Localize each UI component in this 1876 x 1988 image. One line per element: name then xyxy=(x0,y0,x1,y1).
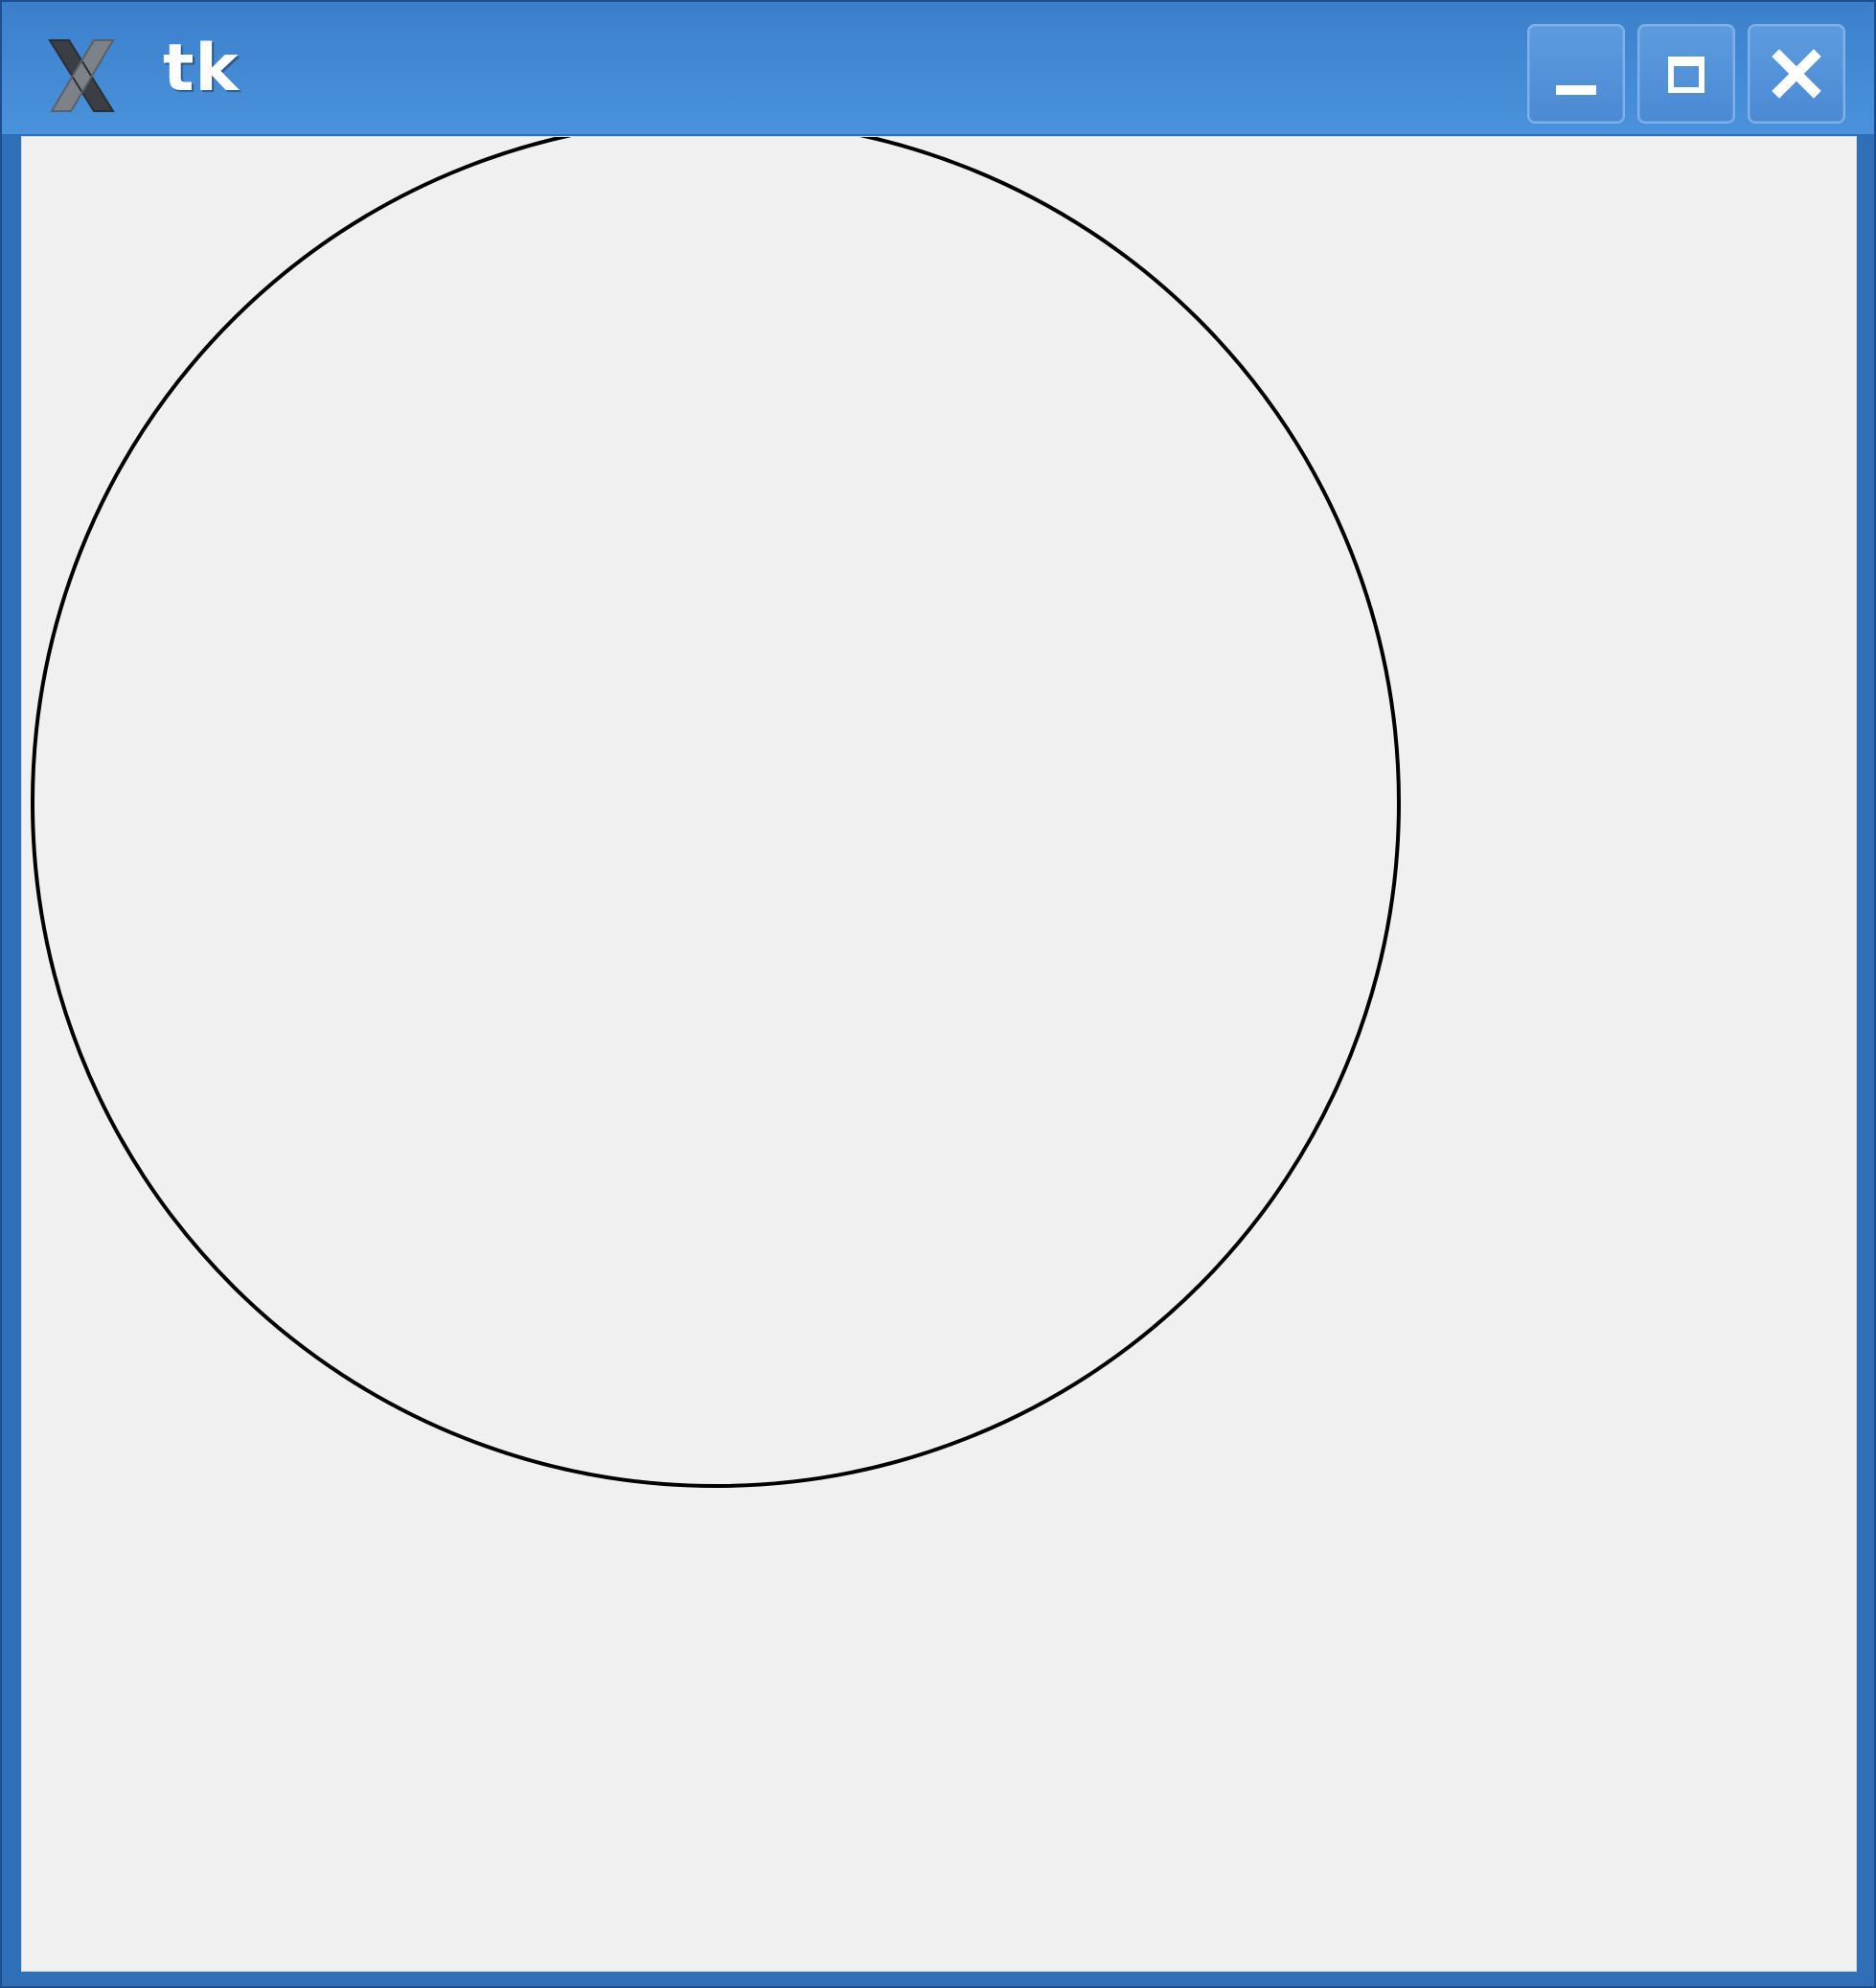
tk-canvas[interactable] xyxy=(21,136,1857,1972)
main-window: tk xyxy=(0,0,1876,1988)
x-window-icon xyxy=(40,34,123,117)
close-button[interactable] xyxy=(1748,24,1845,124)
title-bar[interactable]: tk xyxy=(2,2,1874,135)
maximize-button[interactable] xyxy=(1637,24,1735,124)
minimize-icon xyxy=(1556,85,1596,95)
maximize-icon xyxy=(1668,57,1704,93)
circle-shape xyxy=(31,137,1401,1488)
close-icon xyxy=(1772,49,1821,99)
minimize-button[interactable] xyxy=(1527,24,1625,124)
canvas-drawing xyxy=(31,137,1401,1488)
window-title: tk xyxy=(163,31,240,106)
